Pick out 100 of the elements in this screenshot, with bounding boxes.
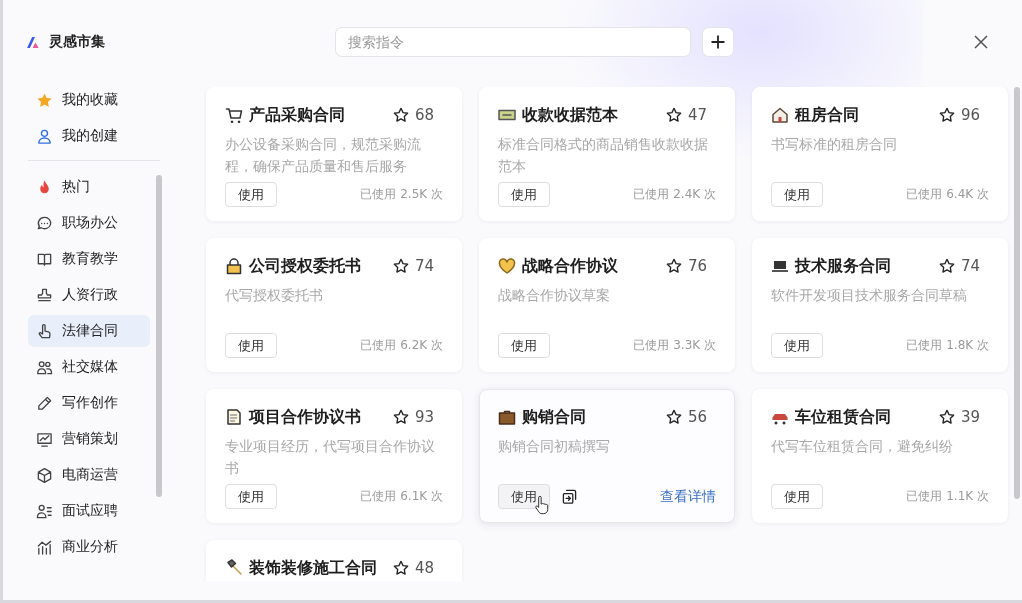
house-icon (771, 106, 789, 124)
favorite-count: 93 (415, 408, 436, 426)
card-description: 购销合同初稿撰写 (498, 437, 611, 456)
cart-icon (225, 106, 243, 124)
sidebar-item[interactable]: 热门 (28, 171, 150, 203)
pencil-icon (36, 394, 53, 412)
template-card[interactable]: 租房合同 96 书写标准的租房合同 使用 已使用 6.4K 次 (752, 87, 1008, 221)
hammer-icon (225, 559, 243, 577)
scrollbar[interactable] (156, 175, 162, 497)
usage-count: 已使用 6.4K 次 (906, 186, 989, 203)
view-details-link[interactable]: 查看详情 (660, 487, 716, 506)
card-title: 产品采购合同 (249, 104, 346, 126)
favorite-count: 48 (415, 559, 436, 577)
use-button[interactable]: 使用 (498, 333, 550, 358)
sidebar-item[interactable]: 社交媒体 (28, 351, 150, 383)
template-card[interactable]: 购销合同 56 购销合同初稿撰写 使用 查看详情 (479, 389, 735, 523)
template-card[interactable]: 收款收据范本 47 标准合同格式的商品销售收款收据范本 使用 已使用 2.4K 次 (479, 87, 735, 221)
favorite-count: 96 (961, 106, 982, 124)
card-description: 战略合作协议草案 (498, 286, 611, 305)
person-list-icon (36, 502, 53, 520)
scrollbar[interactable] (1014, 87, 1020, 499)
favorite-count: 74 (961, 257, 982, 275)
card-description: 代写授权委托书 (225, 286, 324, 305)
sidebar-item[interactable]: 电商运营 (28, 459, 150, 491)
search-field[interactable]: 搜索指令 (335, 27, 691, 57)
cube-icon (36, 466, 53, 484)
plus-icon (710, 34, 726, 50)
star-icon[interactable] (393, 107, 409, 123)
card-description: 软件开发项目技术服务合同草稿 (771, 286, 968, 305)
card-description: 标准合同格式的商品销售收款收据范本 (498, 135, 709, 176)
hand-icon (36, 322, 53, 340)
star-icon[interactable] (393, 258, 409, 274)
sidebar-item[interactable]: 我的收藏 (28, 84, 150, 116)
people-icon (36, 358, 53, 376)
sidebar-item[interactable]: 职场办公 (28, 207, 150, 239)
sidebar-item[interactable]: 商业分析 (28, 531, 150, 563)
star-icon[interactable] (939, 409, 955, 425)
template-card[interactable]: 战略合作协议 76 战略合作协议草案 使用 已使用 3.3K 次 (479, 238, 735, 372)
monitor-chart-icon (36, 430, 53, 448)
card-title: 租房合同 (795, 104, 860, 126)
use-button[interactable]: 使用 (225, 333, 277, 358)
star-icon[interactable] (939, 107, 955, 123)
card-description: 书写标准的租房合同 (771, 135, 898, 154)
sidebar-item[interactable]: 法律合同 (28, 315, 150, 347)
sidebar-item[interactable]: 营销策划 (28, 423, 150, 455)
star-icon (36, 91, 53, 109)
usage-count: 已使用 3.3K 次 (633, 337, 716, 354)
use-button[interactable]: 使用 (225, 182, 277, 207)
favorite-count: 47 (688, 106, 709, 124)
heart-icon (498, 257, 516, 275)
template-card[interactable]: 车位租赁合同 39 代写车位租赁合同，避免纠纷 使用 已使用 1.1K 次 (752, 389, 1008, 523)
person-icon (36, 127, 53, 145)
usage-count: 已使用 6.1K 次 (360, 488, 443, 505)
copy-icon[interactable] (562, 489, 577, 504)
template-card[interactable]: 技术服务合同 74 软件开发项目技术服务合同草稿 使用 已使用 1.8K 次 (752, 238, 1008, 372)
usage-count: 已使用 2.4K 次 (633, 186, 716, 203)
favorite-count: 76 (688, 257, 709, 275)
template-card[interactable]: 项目合作协议书 93 专业项目经历，代写项目合作协议书 使用 已使用 6.1K 次 (206, 389, 462, 523)
usage-count: 已使用 2.5K 次 (360, 186, 443, 203)
sidebar-item[interactable]: 人资行政 (28, 279, 150, 311)
sidebar-item[interactable]: 教育教学 (28, 243, 150, 275)
card-title: 公司授权委托书 (249, 255, 362, 277)
use-button[interactable]: 使用 (771, 333, 823, 358)
star-icon[interactable] (666, 409, 682, 425)
star-icon[interactable] (393, 560, 409, 576)
template-card[interactable]: 公司授权委托书 74 代写授权委托书 使用 已使用 6.2K 次 (206, 238, 462, 372)
pointer-cursor-icon (534, 496, 549, 515)
card-description: 专业项目经历，代写项目合作协议书 (225, 437, 436, 478)
star-icon[interactable] (939, 258, 955, 274)
sidebar-item[interactable]: 写作创作 (28, 387, 150, 419)
use-button[interactable]: 使用 (771, 484, 823, 509)
app-title: 灵感市集 (49, 33, 105, 51)
usage-count: 已使用 1.1K 次 (906, 488, 989, 505)
card-description: 办公设备采购合同，规范采购流程，确保产品质量和售后服务 (225, 135, 422, 176)
bar-chart-icon (36, 538, 53, 556)
use-button[interactable]: 使用 (498, 484, 550, 509)
favorite-count: 56 (688, 408, 709, 426)
chat-icon (36, 214, 53, 232)
star-icon[interactable] (666, 107, 682, 123)
star-icon[interactable] (393, 409, 409, 425)
sidebar-item[interactable]: 我的创建 (28, 120, 150, 152)
add-button[interactable] (702, 27, 734, 57)
favorite-count: 68 (415, 106, 436, 124)
template-card[interactable]: 装饰装修施工合同 48 (206, 540, 462, 581)
card-title: 购销合同 (522, 406, 587, 428)
card-title: 技术服务合同 (795, 255, 892, 277)
card-title: 收款收据范本 (522, 104, 619, 126)
stamp-icon (36, 286, 53, 304)
card-title: 车位租赁合同 (795, 406, 892, 428)
use-button[interactable]: 使用 (498, 182, 550, 207)
briefcase-icon (498, 408, 516, 426)
star-icon[interactable] (666, 258, 682, 274)
template-card[interactable]: 产品采购合同 68 办公设备采购合同，规范采购流程，确保产品质量和售后服务 使用 已使用 2.5K 次 (206, 87, 462, 221)
favorite-count: 39 (961, 408, 982, 426)
use-button[interactable]: 使用 (771, 182, 823, 207)
close-icon[interactable] (974, 35, 988, 49)
use-button[interactable]: 使用 (225, 484, 277, 509)
card-description: 代写车位租赁合同，避免纠纷 (771, 437, 954, 456)
sidebar-item[interactable]: 面试应聘 (28, 495, 150, 527)
card-title: 项目合作协议书 (249, 406, 362, 428)
